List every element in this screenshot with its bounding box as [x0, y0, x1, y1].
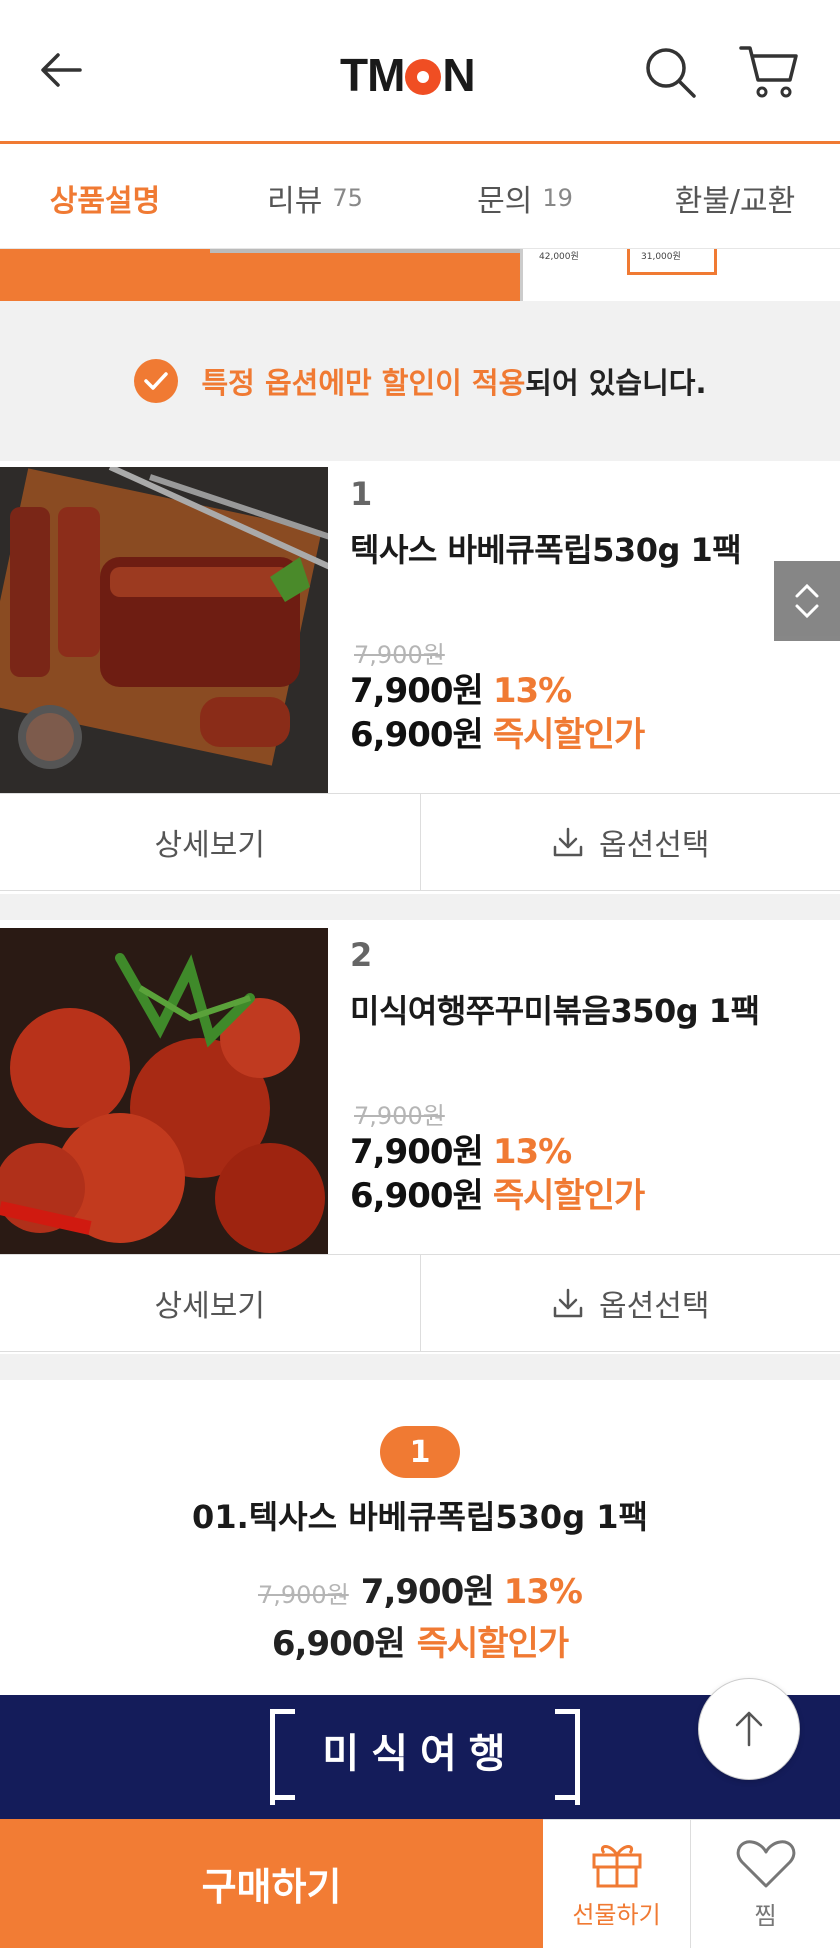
tab-label: 환불/교환 [674, 183, 796, 219]
product-image-octopus[interactable] [0, 928, 328, 1254]
option-number-badge: 1 [380, 1426, 460, 1478]
tmon-logo[interactable]: TM N [340, 48, 476, 102]
sale-price: 6,900원 [350, 1176, 484, 1216]
product-actions: 상세보기 옵션선택 [0, 1254, 840, 1352]
tab-count: 19 [542, 183, 573, 212]
notice-highlight: 특정 옵션에만 할인이 적용 [201, 366, 526, 400]
product-index: 2 [350, 936, 373, 974]
wishlist-button[interactable]: 찜 [691, 1819, 840, 1948]
tab-label: 상품설명 [49, 183, 161, 219]
back-arrow-icon[interactable] [36, 44, 88, 96]
tab-refund[interactable]: 환불/교환 [630, 147, 840, 248]
gift-icon [592, 1844, 641, 1887]
option-label: 옵션선택 [599, 1289, 710, 1324]
price: 7,900원 [350, 671, 484, 711]
discount-rate: 13% [492, 671, 572, 711]
cart-icon[interactable] [738, 42, 800, 100]
gift-button[interactable]: 선물하기 [543, 1819, 691, 1948]
summary-original-price: 7,900원 [257, 1581, 349, 1609]
promo-image-fragment: 42,000원 31,000원 [0, 249, 840, 301]
product-tabs: 상품설명 리뷰 75 문의 19 환불/교환 [0, 147, 840, 249]
price-line: 7,900원 13% [350, 1124, 572, 1173]
product-card: 2 미식여행쭈꾸미볶음350g 1팩 7,900원 7,900원 13% 6,90… [0, 928, 840, 1353]
option-label: 옵션선택 [599, 828, 710, 863]
check-circle-icon [133, 359, 178, 403]
option-select-button[interactable]: 옵션선택 [419, 794, 840, 890]
wish-label: 찜 [754, 1901, 777, 1930]
download-icon [553, 827, 583, 857]
sale-label: 즉시할인가 [492, 1176, 645, 1216]
promo-price-a: 42,000원 [539, 252, 579, 262]
tab-inquiry[interactable]: 문의 19 [420, 147, 630, 248]
sale-price-line: 6,900원 즉시할인가 [350, 707, 645, 756]
section-divider [0, 894, 840, 920]
scroll-up-down-control[interactable] [774, 561, 840, 641]
promo-paper-graphic: 42,000원 31,000원 [520, 249, 840, 301]
summary-price: 7,900원 [360, 1572, 495, 1612]
search-icon[interactable] [642, 44, 698, 100]
summary-sale-price: 6,900원 [271, 1624, 406, 1664]
sale-label: 즉시할인가 [492, 715, 645, 755]
discount-rate: 13% [492, 1132, 572, 1172]
gift-label: 선물하기 [572, 1900, 661, 1929]
notice-text: 되어 있습니다. [525, 366, 707, 400]
product-index: 1 [350, 475, 373, 513]
sale-price: 6,900원 [350, 715, 484, 755]
detail-button[interactable]: 상세보기 [0, 1255, 420, 1351]
tab-label: 문의 [477, 183, 533, 219]
tab-count: 75 [332, 183, 363, 212]
summary-sale-label: 즉시할인가 [416, 1624, 569, 1664]
product-name[interactable]: 텍사스 바베큐폭립530g 1팩 [350, 525, 742, 571]
bottom-action-bar: 구매하기 선물하기 찜 [0, 1819, 840, 1948]
arrow-up-icon [735, 1711, 763, 1747]
app-header: TM N [0, 0, 840, 144]
tab-label: 리뷰 [267, 183, 323, 219]
promo-price-b: 31,000원 [641, 252, 681, 262]
product-actions: 상세보기 옵션선택 [0, 793, 840, 891]
scroll-to-top-button[interactable] [698, 1678, 800, 1780]
product-name[interactable]: 미식여행쭈꾸미볶음350g 1팩 [350, 986, 760, 1032]
heart-icon [736, 1839, 795, 1887]
product-image-ribs[interactable] [0, 467, 328, 793]
product-card: 1 텍사스 바베큐폭립530g 1팩 7,900원 7,900원 13% 6,90… [0, 467, 840, 892]
option-summary: 1 01.텍사스 바베큐폭립530g 1팩 7,900원 7,900원 13% 6,… [0, 1380, 840, 1695]
buy-button[interactable]: 구매하기 [0, 1819, 543, 1948]
summary-title: 01.텍사스 바베큐폭립530g 1팩 [192, 1498, 648, 1536]
option-select-button[interactable]: 옵션선택 [419, 1255, 840, 1351]
summary-price-line: 7,900원 7,900원 13% [0, 1564, 840, 1613]
chevron-down-icon[interactable] [792, 601, 822, 621]
price: 7,900원 [350, 1132, 484, 1172]
summary-discount: 13% [503, 1572, 583, 1612]
chevron-up-icon[interactable] [792, 581, 822, 601]
detail-label: 상세보기 [154, 1289, 265, 1324]
price-line: 7,900원 13% [350, 663, 572, 712]
discount-notice: 특정 옵션에만 할인이 적용 되어 있습니다. [0, 301, 840, 461]
section-divider [0, 1354, 840, 1380]
tab-reviews[interactable]: 리뷰 75 [210, 147, 420, 248]
summary-sale-line: 6,900원 즉시할인가 [0, 1616, 840, 1665]
sale-price-line: 6,900원 즉시할인가 [350, 1168, 645, 1217]
detail-label: 상세보기 [154, 828, 265, 863]
tab-description[interactable]: 상품설명 [0, 147, 210, 248]
buy-label: 구매하기 [201, 1865, 342, 1909]
detail-button[interactable]: 상세보기 [0, 794, 420, 890]
download-icon [553, 1288, 583, 1318]
